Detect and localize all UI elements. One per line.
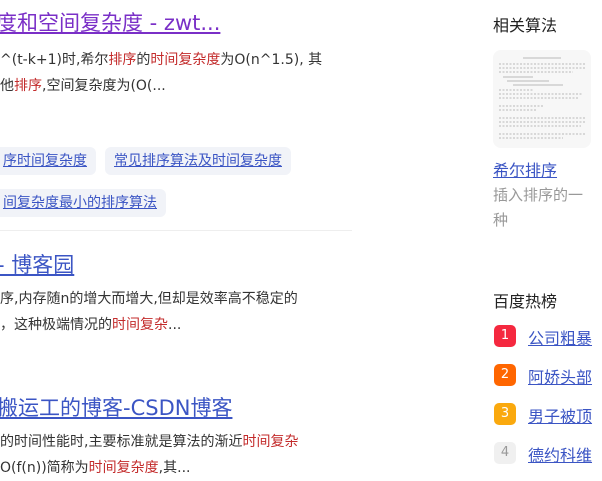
related-search-chip-3[interactable]: 间复杂度最小的排序算法 <box>0 189 166 217</box>
result-2-title-link[interactable]: - 博客园 <box>0 251 74 279</box>
result-3-snippet-line-2: O(f(n))简称为时间复杂度,其... <box>0 460 191 476</box>
result-2-snippet-line-1: 序,内存随n的增大而增大,但却是效率高不稳定的 <box>0 291 298 307</box>
result-1-title-link[interactable]: 度和空间复杂度 - zwt... <box>0 9 220 37</box>
result-1-snippet-line-2: 他排序,空间复杂度为(O(... <box>0 78 166 94</box>
related-search-chip-1[interactable]: 序时间复杂度 <box>0 147 96 175</box>
result-1-title-text: 度和空间复杂度 - zwt... <box>0 11 221 35</box>
related-search-chip-2[interactable]: 常见排序算法及时间复杂度 <box>105 147 291 175</box>
hot-item-2-link[interactable]: 阿娇头部 <box>528 364 592 388</box>
hot-rank-1-badge: 1 <box>494 325 516 347</box>
result-2-title-text: - 博客园 <box>0 253 75 277</box>
result-2-snippet-line-2: ，这种极端情况的时间复杂... <box>0 317 182 333</box>
shell-sort-diagram-image <box>499 57 585 139</box>
hot-item-1-link[interactable]: 公司粗暴 <box>528 325 592 349</box>
hot-item-3-link[interactable]: 男子被顶 <box>528 403 592 427</box>
hot-item-4-link[interactable]: 德约科维 <box>528 442 592 466</box>
related-algorithms-heading: 相关算法 <box>493 16 558 35</box>
result-3-title-text: 搬运工的博客-CSDN博客 <box>0 396 233 420</box>
related-item-title-link[interactable]: 希尔排序 <box>493 157 557 181</box>
result-divider <box>0 230 352 231</box>
hot-rank-4-badge: 4 <box>494 442 516 464</box>
result-3-title-link[interactable]: 搬运工的博客-CSDN博客 <box>0 394 232 422</box>
shell-sort-thumbnail[interactable] <box>493 50 591 148</box>
hot-list-heading: 百度热榜 <box>493 292 558 311</box>
result-1-snippet-line-1: ^(t-k+1)时,希尔排序的时间复杂度为O(n^1.5), 其 <box>0 52 323 68</box>
related-item-description: 插入排序的一 种 <box>493 186 584 229</box>
hot-rank-2-badge: 2 <box>494 364 516 386</box>
hot-rank-3-badge: 3 <box>494 403 516 425</box>
result-3-snippet-line-1: 的时间性能时,主要标准就是算法的渐近时间复杂 <box>0 434 299 450</box>
